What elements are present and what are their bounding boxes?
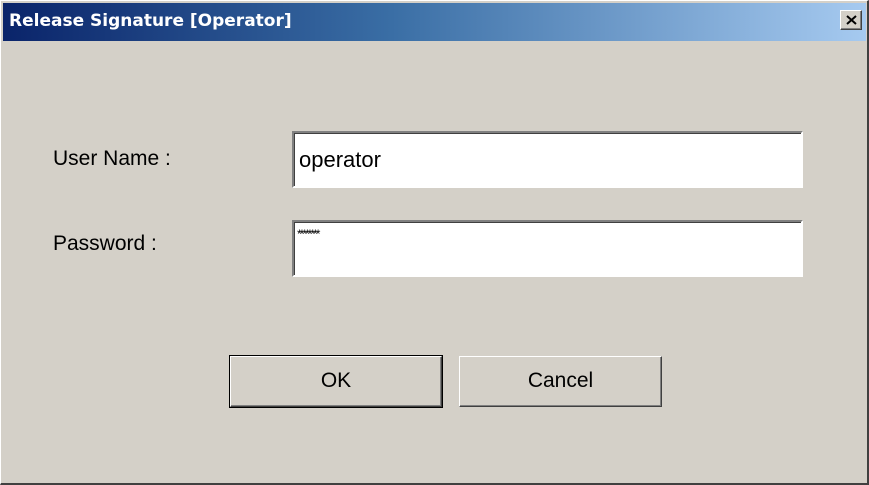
- password-input[interactable]: ********: [292, 220, 803, 277]
- cancel-button[interactable]: Cancel: [459, 356, 662, 407]
- password-masked-value: ********: [297, 227, 320, 241]
- username-value: operator: [299, 147, 381, 172]
- title-bar[interactable]: Release Signature [Operator]: [3, 3, 866, 41]
- password-label: Password :: [53, 232, 157, 255]
- username-input[interactable]: operator: [292, 131, 803, 188]
- close-x-icon: [846, 15, 857, 25]
- window-title: Release Signature [Operator]: [9, 11, 292, 31]
- close-button[interactable]: [840, 10, 862, 30]
- username-label: User Name :: [53, 147, 171, 170]
- release-signature-dialog: Release Signature [Operator] User Name :…: [0, 0, 869, 485]
- ok-button[interactable]: OK: [229, 355, 443, 408]
